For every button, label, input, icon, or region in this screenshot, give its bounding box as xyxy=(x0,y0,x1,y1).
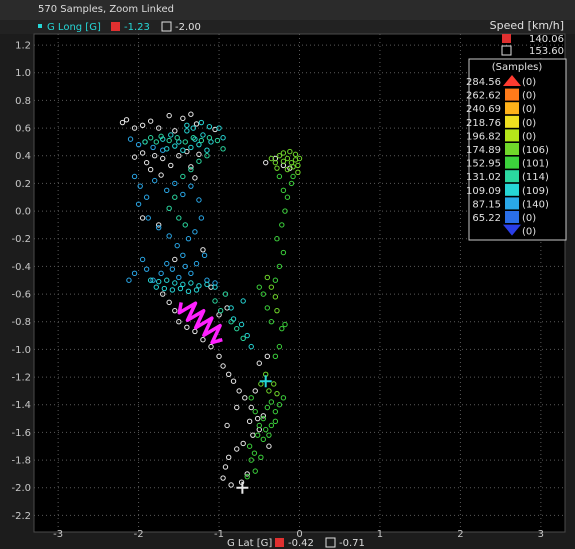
x-axis-label: G Lat [G] xyxy=(227,538,272,549)
legend-count-label: (114) xyxy=(522,172,549,183)
y-tick-label: -0.4 xyxy=(11,262,31,273)
y-tick-label: -0.8 xyxy=(11,317,31,328)
legend-swatch xyxy=(505,102,519,115)
y-cursor-b-value: -2.00 xyxy=(175,22,201,33)
legend-speed-label: 65.22 xyxy=(472,213,501,224)
legend-count-label: (109) xyxy=(522,186,549,197)
y-tick-label: -2.2 xyxy=(11,511,31,522)
y-tick-label: -1.6 xyxy=(11,428,31,439)
x-tick-label: 2 xyxy=(457,529,463,540)
legend-swatch xyxy=(505,143,519,155)
legend-speed-label: 196.82 xyxy=(466,131,501,142)
legend-speed-label: 109.09 xyxy=(466,186,501,197)
legend-count-label: (106) xyxy=(522,145,549,156)
legend-count-label: (0) xyxy=(522,104,536,115)
legend-swatch xyxy=(505,211,519,223)
x-tick-label: -3 xyxy=(53,529,63,540)
y-cursor-a-value: -1.23 xyxy=(124,22,150,33)
y-axis-label: G Long [G] xyxy=(47,22,101,33)
y-tick-label: -1.2 xyxy=(11,373,31,384)
x-cursor-b-value: -0.71 xyxy=(339,538,365,549)
legend-count-label: (0) xyxy=(522,118,536,129)
x-tick-label: 1 xyxy=(377,529,383,540)
x-cursor-a-icon xyxy=(275,538,284,547)
y-tick-label: -1.4 xyxy=(11,400,31,411)
legend-speed-label: 131.02 xyxy=(466,172,501,183)
y-tick-label: 0.4 xyxy=(15,151,31,162)
legend-swatch xyxy=(505,197,519,210)
legend-speed-label: 240.69 xyxy=(466,104,501,115)
x-tick-label: -1 xyxy=(214,529,224,540)
cursor-a-icon xyxy=(111,22,120,31)
legend-speed-label: 174.89 xyxy=(466,145,501,156)
channel-color-swatch xyxy=(38,24,42,28)
y-tick-label: 0.0 xyxy=(15,207,31,218)
speed-cursor-a-icon xyxy=(502,34,511,43)
legend-speed-label: 262.62 xyxy=(466,91,501,102)
legend-speed-label: 284.56 xyxy=(466,77,501,88)
legend-swatch xyxy=(505,170,519,183)
legend-count-label: (0) xyxy=(522,77,536,88)
legend-count-label: (0) xyxy=(522,213,536,224)
y-tick-label: 1.0 xyxy=(15,68,31,79)
y-tick-label: 1.2 xyxy=(15,41,31,52)
x-tick-label: 3 xyxy=(538,529,544,540)
y-tick-label: -1.8 xyxy=(11,456,31,467)
legend-swatch xyxy=(505,156,519,169)
speed-legend-title: Speed [km/h] xyxy=(490,19,564,32)
speed-cursor-b-value: 153.60 xyxy=(529,46,564,57)
y-tick-label: -1.0 xyxy=(11,345,31,356)
speed-cursor-a-value: 140.06 xyxy=(529,34,564,45)
y-tick-label: 0.2 xyxy=(15,179,31,190)
legend-count-label: (140) xyxy=(522,199,549,210)
legend-swatch xyxy=(505,115,519,128)
legend-speed-label: 152.95 xyxy=(466,159,501,170)
x-tick-label: -2 xyxy=(134,529,144,540)
histogram-legend-title: (Samples) xyxy=(492,62,543,73)
legend-count-label: (101) xyxy=(522,159,549,170)
legend-swatch xyxy=(505,88,519,101)
legend-count-label: (0) xyxy=(522,227,536,238)
legend-count-label: (0) xyxy=(522,131,536,142)
y-tick-label: -0.2 xyxy=(11,234,31,245)
legend-swatch xyxy=(505,183,519,196)
legend-count-label: (0) xyxy=(522,91,536,102)
y-tick-label: 0.8 xyxy=(15,96,31,107)
y-tick-label: 0.6 xyxy=(15,124,31,135)
g-g-scatter-chart[interactable]: -3 -2 -1 0 1 2 31.21.00.80.60.40.20.0-0.2-0.4-… xyxy=(0,0,575,549)
legend-speed-label: 218.76 xyxy=(466,118,501,129)
samples-label: 570 Samples, Zoom Linked xyxy=(38,4,174,15)
x-cursor-a-value: -0.42 xyxy=(288,538,314,549)
y-tick-label: -2.0 xyxy=(11,483,31,494)
y-tick-label: -0.6 xyxy=(11,290,31,301)
legend-speed-label: 87.15 xyxy=(472,199,501,210)
legend-swatch xyxy=(505,129,519,142)
